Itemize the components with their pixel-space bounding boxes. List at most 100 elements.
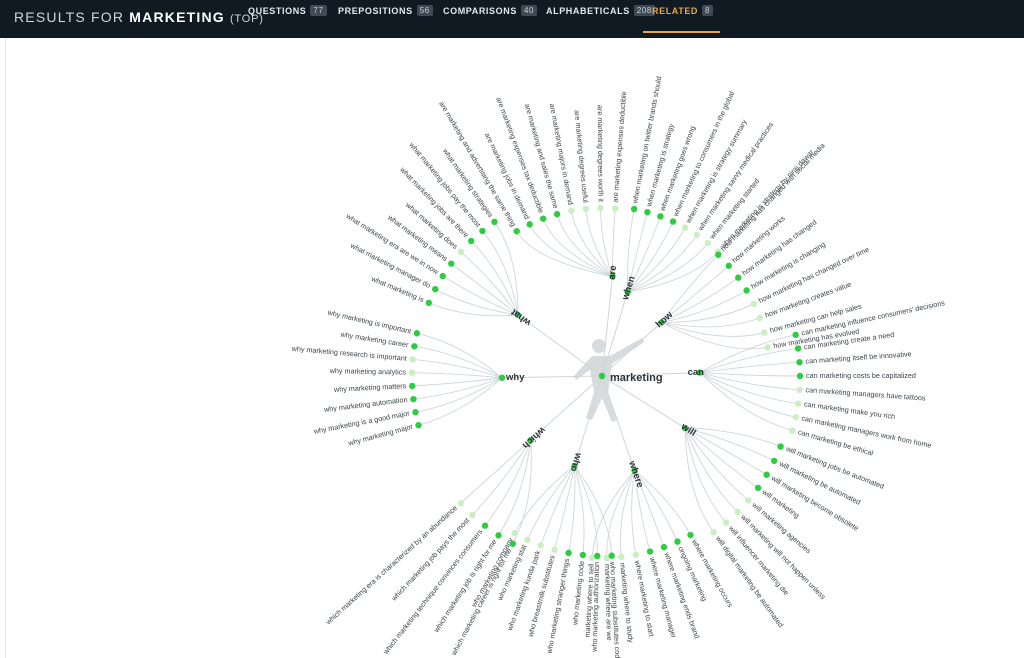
suggestion-node[interactable] — [412, 409, 419, 416]
suggestion-node[interactable] — [565, 549, 572, 557]
suggestion-node[interactable] — [792, 413, 799, 421]
suggestion-node[interactable] — [539, 215, 547, 222]
suggestion-node[interactable] — [467, 237, 475, 245]
suggestion-node[interactable] — [777, 443, 784, 450]
suggestion-node[interactable] — [409, 356, 416, 363]
suggestion-node[interactable] — [715, 251, 722, 258]
suggestion-node[interactable] — [481, 522, 489, 529]
suggestion-node[interactable] — [693, 231, 701, 239]
branch-word-label[interactable]: where — [626, 459, 646, 489]
suggestion-label[interactable]: why marketing analytics — [329, 366, 407, 376]
suggestion-node[interactable] — [644, 208, 651, 216]
suggestion-label[interactable]: how marketing has changed with social me… — [719, 141, 827, 253]
suggestion-node[interactable] — [630, 205, 638, 213]
branch-word-label[interactable]: which — [520, 424, 548, 451]
suggestion-node[interactable] — [495, 532, 502, 539]
suggestion-node[interactable] — [789, 427, 796, 434]
tab-alphabeticals[interactable]: ALPHABETICALS 208 — [546, 5, 655, 27]
suggestion-label[interactable]: can marketing managers have tattoos — [805, 385, 926, 402]
suggestion-node[interactable] — [796, 372, 804, 380]
suggestion-node[interactable] — [794, 400, 802, 407]
suggestion-label[interactable]: why marketing is important — [326, 307, 412, 335]
suggestion-node[interactable] — [513, 228, 520, 235]
suggestion-node[interactable] — [796, 358, 803, 366]
suggestion-node[interactable] — [579, 551, 587, 559]
suggestion-node[interactable] — [526, 221, 533, 228]
branch-word-label[interactable]: will — [678, 421, 698, 439]
suggestion-node[interactable] — [439, 272, 446, 280]
tab-comparisons[interactable]: COMPARISONS 40 — [443, 5, 538, 27]
suggestion-node[interactable] — [415, 421, 422, 429]
suggestion-node[interactable] — [710, 529, 717, 536]
suggestion-node[interactable] — [582, 205, 590, 212]
suggestion-label[interactable]: are marketing degrees worth it — [596, 105, 606, 202]
suggestion-label[interactable]: which marketing era is characterized by … — [323, 503, 459, 627]
suggestion-node[interactable] — [553, 210, 561, 218]
branch-word-label[interactable]: can — [688, 367, 705, 378]
suggestion-node[interactable] — [594, 552, 601, 560]
suggestion-node[interactable] — [448, 260, 455, 267]
suggestion-node[interactable] — [657, 213, 664, 220]
suggestion-node[interactable] — [608, 552, 615, 559]
tab-related[interactable]: RELATED 8 — [643, 5, 721, 33]
suggestion-node[interactable] — [457, 248, 464, 256]
suggestion-node[interactable] — [632, 551, 639, 559]
suggestion-node[interactable] — [524, 536, 531, 543]
suggestion-node[interactable] — [457, 499, 465, 507]
suggestion-node[interactable] — [469, 511, 476, 519]
suggestion-label[interactable]: why marketing research is important — [290, 344, 407, 363]
suggestion-node[interactable] — [408, 369, 416, 376]
suggestion-node[interactable] — [537, 542, 544, 549]
suggestion-label[interactable]: why marketing matters — [333, 381, 407, 394]
suggestion-node[interactable] — [704, 239, 712, 247]
suggestion-label[interactable]: are marketing expenses deductible — [611, 91, 629, 203]
tab-prepositions[interactable]: PREPOSITIONS 56 — [338, 5, 433, 27]
suggestion-label[interactable]: can marketing managers work from home — [801, 413, 933, 449]
suggestion-node[interactable] — [660, 543, 668, 551]
suggestion-node[interactable] — [409, 382, 416, 390]
suggestion-node[interactable] — [674, 538, 681, 545]
suggestion-node[interactable] — [509, 540, 517, 547]
suggestion-node[interactable] — [410, 395, 417, 403]
branch-word-label[interactable]: who — [568, 450, 584, 473]
branch-word-label[interactable]: what — [508, 306, 533, 329]
suggestion-node[interactable] — [479, 227, 486, 235]
suggestion-node[interactable] — [761, 329, 768, 336]
suggestion-label[interactable]: who marketing authorization — [590, 562, 601, 653]
suggestion-node[interactable] — [764, 344, 771, 351]
suggestion-node[interactable] — [754, 484, 762, 492]
suggestion-node[interactable] — [413, 330, 421, 337]
suggestion-node[interactable] — [745, 497, 752, 504]
tab-questions[interactable]: QUESTIONS 77 — [248, 5, 327, 27]
suggestion-node[interactable] — [511, 530, 518, 537]
suggestion-node[interactable] — [411, 343, 418, 350]
suggestion-node[interactable] — [425, 299, 433, 307]
suggestion-node[interactable] — [794, 345, 802, 352]
suggestion-node[interactable] — [669, 218, 677, 225]
suggestion-node[interactable] — [734, 508, 741, 516]
suggestion-node[interactable] — [735, 274, 742, 281]
suggestion-node[interactable] — [792, 331, 799, 339]
suggestion-node[interactable] — [770, 457, 778, 465]
suggestion-node[interactable] — [681, 224, 689, 231]
suggestion-label[interactable]: are marketing degrees useful — [573, 110, 591, 204]
branch-word-label[interactable]: are — [607, 265, 619, 280]
suggestion-node[interactable] — [618, 553, 625, 561]
suggestion-node[interactable] — [687, 531, 694, 539]
suggestion-node[interactable] — [796, 386, 803, 394]
suggestion-node[interactable] — [743, 287, 750, 294]
suggestion-node[interactable] — [568, 207, 575, 215]
branch-word-label[interactable]: why — [505, 372, 525, 383]
suggestion-node[interactable] — [756, 314, 763, 322]
suggestion-node[interactable] — [763, 471, 770, 478]
suggestion-node[interactable] — [725, 262, 732, 269]
suggestion-node[interactable] — [432, 285, 439, 293]
suggestion-node[interactable] — [722, 519, 730, 526]
suggestion-label[interactable]: can marketing costs be capitalized — [806, 371, 916, 380]
suggestion-node[interactable] — [551, 546, 558, 553]
suggestion-node[interactable] — [597, 204, 604, 212]
suggestion-node[interactable] — [611, 205, 619, 212]
branch-word-label[interactable]: how — [654, 309, 676, 330]
suggestion-label[interactable]: can marketing itself be innovative — [805, 349, 912, 365]
suggestion-node[interactable] — [750, 300, 757, 308]
